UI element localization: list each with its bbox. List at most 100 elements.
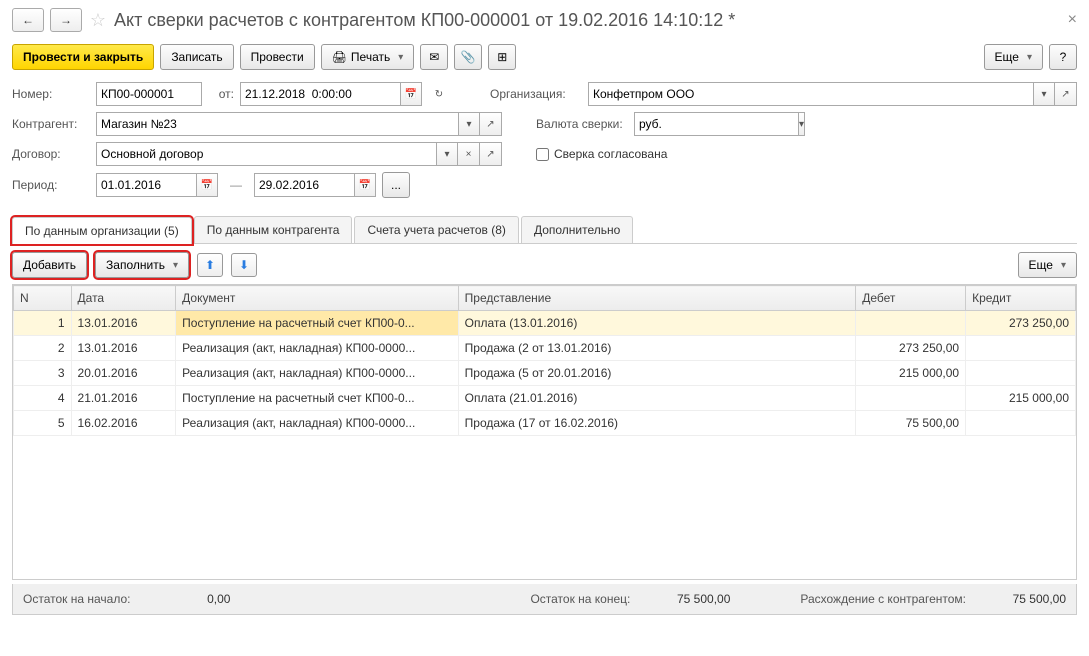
- nav-forward-button[interactable]: →: [50, 8, 82, 32]
- calendar-icon[interactable]: 📅: [400, 82, 422, 106]
- cell-n: 1: [14, 311, 72, 336]
- cell-rep: Продажа (17 от 16.02.2016): [458, 411, 856, 436]
- period-from-input[interactable]: [96, 173, 196, 197]
- dropdown-icon[interactable]: ▾: [798, 112, 805, 136]
- open-icon[interactable]: ↗: [1055, 82, 1077, 106]
- partner-input[interactable]: [96, 112, 458, 136]
- contract-input[interactable]: [96, 142, 436, 166]
- end-balance-label: Остаток на конец:: [530, 592, 630, 606]
- number-input[interactable]: [96, 82, 202, 106]
- table-row[interactable]: 516.02.2016Реализация (акт, накладная) К…: [14, 411, 1076, 436]
- favorite-star-icon[interactable]: ☆: [88, 10, 108, 30]
- number-label: Номер:: [12, 87, 90, 101]
- page-title: Акт сверки расчетов с контрагентом КП00-…: [114, 10, 735, 31]
- help-button[interactable]: ?: [1049, 44, 1077, 70]
- end-balance-value: 75 500,00: [660, 592, 730, 606]
- structure-button[interactable]: ⊞: [488, 44, 516, 70]
- table-row[interactable]: 320.01.2016Реализация (акт, накладная) К…: [14, 361, 1076, 386]
- tab-accounts[interactable]: Счета учета расчетов (8): [354, 216, 518, 243]
- structure-icon: ⊞: [497, 50, 507, 64]
- contract-label: Договор:: [12, 147, 90, 161]
- cell-doc: Реализация (акт, накладная) КП00-0000...: [176, 361, 459, 386]
- from-label: от:: [208, 87, 234, 101]
- table-row[interactable]: 213.01.2016Реализация (акт, накладная) К…: [14, 336, 1076, 361]
- cell-rep: Оплата (21.01.2016): [458, 386, 856, 411]
- cell-date: 13.01.2016: [71, 336, 176, 361]
- cell-date: 13.01.2016: [71, 311, 176, 336]
- dropdown-icon[interactable]: ▾: [1033, 82, 1055, 106]
- period-picker-button[interactable]: ...: [382, 172, 410, 198]
- cell-rep: Оплата (13.01.2016): [458, 311, 856, 336]
- cell-n: 2: [14, 336, 72, 361]
- calendar-icon[interactable]: 📅: [354, 173, 376, 197]
- print-button[interactable]: 🖨Печать: [321, 44, 415, 70]
- col-n[interactable]: N: [14, 286, 72, 311]
- org-input[interactable]: [588, 82, 1033, 106]
- cell-doc: Реализация (акт, накладная) КП00-0000...: [176, 336, 459, 361]
- dropdown-icon[interactable]: ▾: [436, 142, 458, 166]
- post-and-close-button[interactable]: Провести и закрыть: [12, 44, 154, 70]
- from-date-input[interactable]: [240, 82, 400, 106]
- tab-org-data[interactable]: По данным организации (5): [12, 217, 192, 244]
- more-button[interactable]: Еще: [984, 44, 1043, 70]
- move-up-button[interactable]: ⬆: [197, 253, 223, 277]
- cell-n: 5: [14, 411, 72, 436]
- printer-icon: 🖨: [332, 50, 347, 64]
- agree-checkbox[interactable]: [536, 148, 549, 161]
- email-button[interactable]: ✉: [420, 44, 448, 70]
- period-to-input[interactable]: [254, 173, 354, 197]
- start-balance-label: Остаток на начало:: [23, 592, 130, 606]
- cell-rep: Продажа (5 от 20.01.2016): [458, 361, 856, 386]
- cell-debit: [856, 386, 966, 411]
- save-button[interactable]: Записать: [160, 44, 233, 70]
- cell-debit: 215 000,00: [856, 361, 966, 386]
- cell-rep: Продажа (2 от 13.01.2016): [458, 336, 856, 361]
- period-dash: —: [230, 178, 242, 192]
- table-more-button[interactable]: Еще: [1018, 252, 1077, 278]
- diff-label: Расхождение с контрагентом:: [800, 592, 966, 606]
- period-label: Период:: [12, 178, 90, 192]
- cell-credit: [966, 361, 1076, 386]
- attach-button[interactable]: 📎: [454, 44, 482, 70]
- cell-date: 20.01.2016: [71, 361, 176, 386]
- agree-label: Сверка согласована: [554, 147, 667, 161]
- calendar-icon[interactable]: 📅: [196, 173, 218, 197]
- tab-partner-data[interactable]: По данным контрагента: [194, 216, 353, 243]
- open-icon[interactable]: ↗: [480, 112, 502, 136]
- tab-extra[interactable]: Дополнительно: [521, 216, 633, 243]
- currency-label: Валюта сверки:: [536, 117, 628, 131]
- table-row[interactable]: 421.01.2016Поступление на расчетный счет…: [14, 386, 1076, 411]
- col-doc[interactable]: Документ: [176, 286, 459, 311]
- cell-n: 4: [14, 386, 72, 411]
- table-row[interactable]: 113.01.2016Поступление на расчетный счет…: [14, 311, 1076, 336]
- start-balance-value: 0,00: [160, 592, 230, 606]
- clear-icon[interactable]: ×: [458, 142, 480, 166]
- cell-date: 21.01.2016: [71, 386, 176, 411]
- fill-button[interactable]: Заполнить: [95, 252, 189, 278]
- cell-doc: Поступление на расчетный счет КП00-0...: [176, 386, 459, 411]
- paperclip-icon: 📎: [461, 50, 476, 64]
- move-down-button[interactable]: ⬇: [231, 253, 257, 277]
- arrow-down-icon: ⬇: [239, 258, 249, 272]
- cell-debit: [856, 311, 966, 336]
- diff-value: 75 500,00: [996, 592, 1066, 606]
- close-icon[interactable]: ×: [1068, 11, 1077, 29]
- cell-credit: [966, 411, 1076, 436]
- footer-summary: Остаток на начало: 0,00 Остаток на конец…: [12, 584, 1077, 615]
- col-debit[interactable]: Дебет: [856, 286, 966, 311]
- refresh-icon[interactable]: ↻: [428, 82, 450, 106]
- arrow-up-icon: ⬆: [205, 258, 215, 272]
- nav-back-button[interactable]: ←: [12, 8, 44, 32]
- col-credit[interactable]: Кредит: [966, 286, 1076, 311]
- open-icon[interactable]: ↗: [480, 142, 502, 166]
- currency-input[interactable]: [634, 112, 798, 136]
- cell-doc: Поступление на расчетный счет КП00-0...: [176, 311, 459, 336]
- col-rep[interactable]: Представление: [458, 286, 856, 311]
- add-button[interactable]: Добавить: [12, 252, 87, 278]
- partner-label: Контрагент:: [12, 117, 90, 131]
- cell-credit: 273 250,00: [966, 311, 1076, 336]
- post-button[interactable]: Провести: [240, 44, 315, 70]
- col-date[interactable]: Дата: [71, 286, 176, 311]
- cell-credit: [966, 336, 1076, 361]
- dropdown-icon[interactable]: ▾: [458, 112, 480, 136]
